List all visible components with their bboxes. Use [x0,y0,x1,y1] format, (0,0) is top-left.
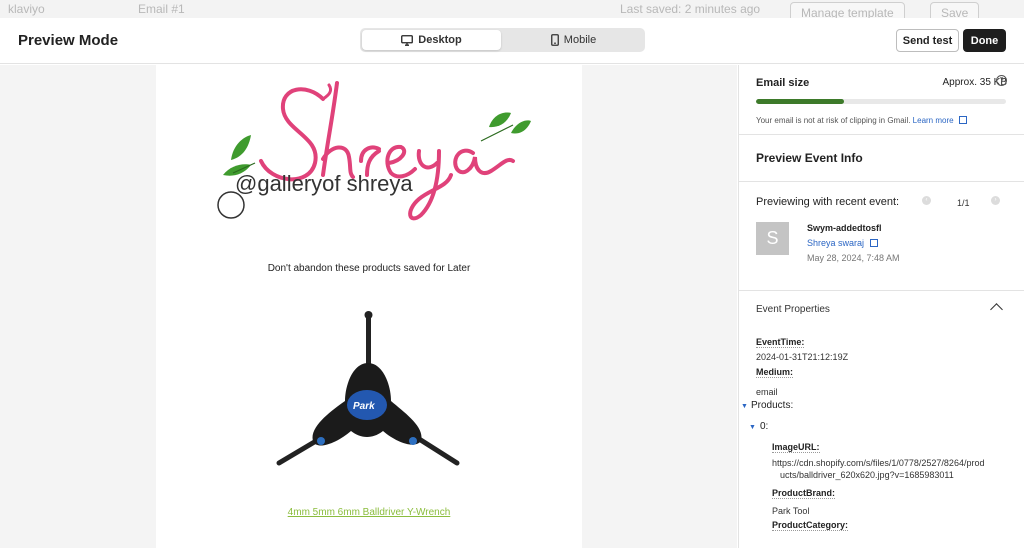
event-count: 1/1 [957,198,970,208]
event-time-value: 2024-01-31T21:12:19Z [756,352,849,362]
email-name: Email #1 [138,2,185,16]
medium-value: email [756,387,778,397]
preview-sidebar: Email size Approx. 35 KB ? Your email is… [738,65,1024,548]
event-date: May 28, 2024, 7:48 AM [807,253,900,263]
external-link-icon [958,116,967,124]
y-wrench-image: Park [276,311,460,466]
image-url-value-line1: https://cdn.shopify.com/s/files/1/0778/2… [772,458,985,468]
preview-modal: Preview Mode Desktop Mobile Send test Do… [0,18,1024,548]
email-size-note: Your email is not at risk of clipping in… [756,115,967,125]
svg-text:Park: Park [353,401,375,412]
event-person-link[interactable]: Shreya swaraj [807,238,878,248]
done-button[interactable]: Done [963,29,1006,52]
page-title: Preview Mode [18,32,119,49]
product-brand-key: ProductBrand: [772,488,835,499]
chevron-up-icon[interactable] [990,303,1003,316]
previewing-label: Previewing with recent event: [756,196,900,208]
event-properties-section: Event Properties EventTime: 2024-01-31T2… [739,292,1024,548]
learn-more-link[interactable]: Learn more [913,116,954,125]
help-icon[interactable]: ? [996,75,1007,86]
manage-template-button: Manage template [790,2,905,18]
image-url-value-line2: ucts/balldriver_620x620.jpg?v=1685983011 [780,470,954,480]
email-preview-area[interactable]: @galleryof shreya Don't abandon these pr… [0,65,737,548]
app-top-bar: klaviyo Email #1 Last saved: 2 minutes a… [0,0,1024,18]
event-person-name: Shreya swaraj [807,238,865,248]
email-size-bar-fill [756,99,844,104]
device-toggle: Desktop Mobile [360,28,645,52]
email-subheading: Don't abandon these products saved for L… [267,263,471,274]
email-size-bar [756,99,1006,104]
external-link-icon [869,239,878,247]
email-body: @galleryof shreya Don't abandon these pr… [156,65,582,548]
tab-desktop[interactable]: Desktop [362,30,501,50]
preview-header: Preview Mode Desktop Mobile Send test Do… [0,18,1024,64]
expand-triangle-icon[interactable]: ▼ [749,424,756,431]
mobile-icon [550,34,559,46]
last-saved-text: Last saved: 2 minutes ago [620,2,761,16]
product-category-key: ProductCategory: [772,520,849,531]
save-button: Save [930,2,980,18]
product-link[interactable]: 4mm 5mm 6mm Balldriver Y-Wrench [156,507,582,518]
clipping-note-text: Your email is not at risk of clipping in… [756,116,911,125]
medium-key: Medium: [756,367,793,378]
recent-event-section: Previewing with recent event: ‹ 1/1 › S … [739,183,1024,291]
event-properties-title[interactable]: Event Properties [756,304,830,315]
tab-desktop-label: Desktop [418,34,462,46]
email-size-section: Email size Approx. 35 KB ? Your email is… [739,65,1024,135]
tab-mobile[interactable]: Mobile [504,30,643,50]
event-name: Swym-addedtosfl [807,223,882,233]
avatar: S [756,222,789,255]
products-key: Products: [751,400,794,411]
send-test-button[interactable]: Send test [896,29,959,52]
app-logo: klaviyo [8,2,45,16]
product-brand-value: Park Tool [772,506,810,516]
logo-handle-text: @galleryof shreya [235,171,413,196]
preview-event-info-section: Preview Event Info [739,136,1024,182]
next-event-button[interactable]: › [991,196,1000,205]
prev-event-button[interactable]: ‹ [922,196,931,205]
expand-triangle-icon[interactable]: ▼ [741,403,748,410]
event-time-key: EventTime: [756,337,805,348]
brand-logo: @galleryof shreya [217,81,531,221]
tab-mobile-label: Mobile [563,34,597,46]
image-url-key: ImageURL: [772,442,820,453]
product-index-key: 0: [760,421,769,432]
desktop-icon [401,34,414,46]
preview-event-info-title: Preview Event Info [756,151,863,165]
email-size-label: Email size [756,77,810,89]
